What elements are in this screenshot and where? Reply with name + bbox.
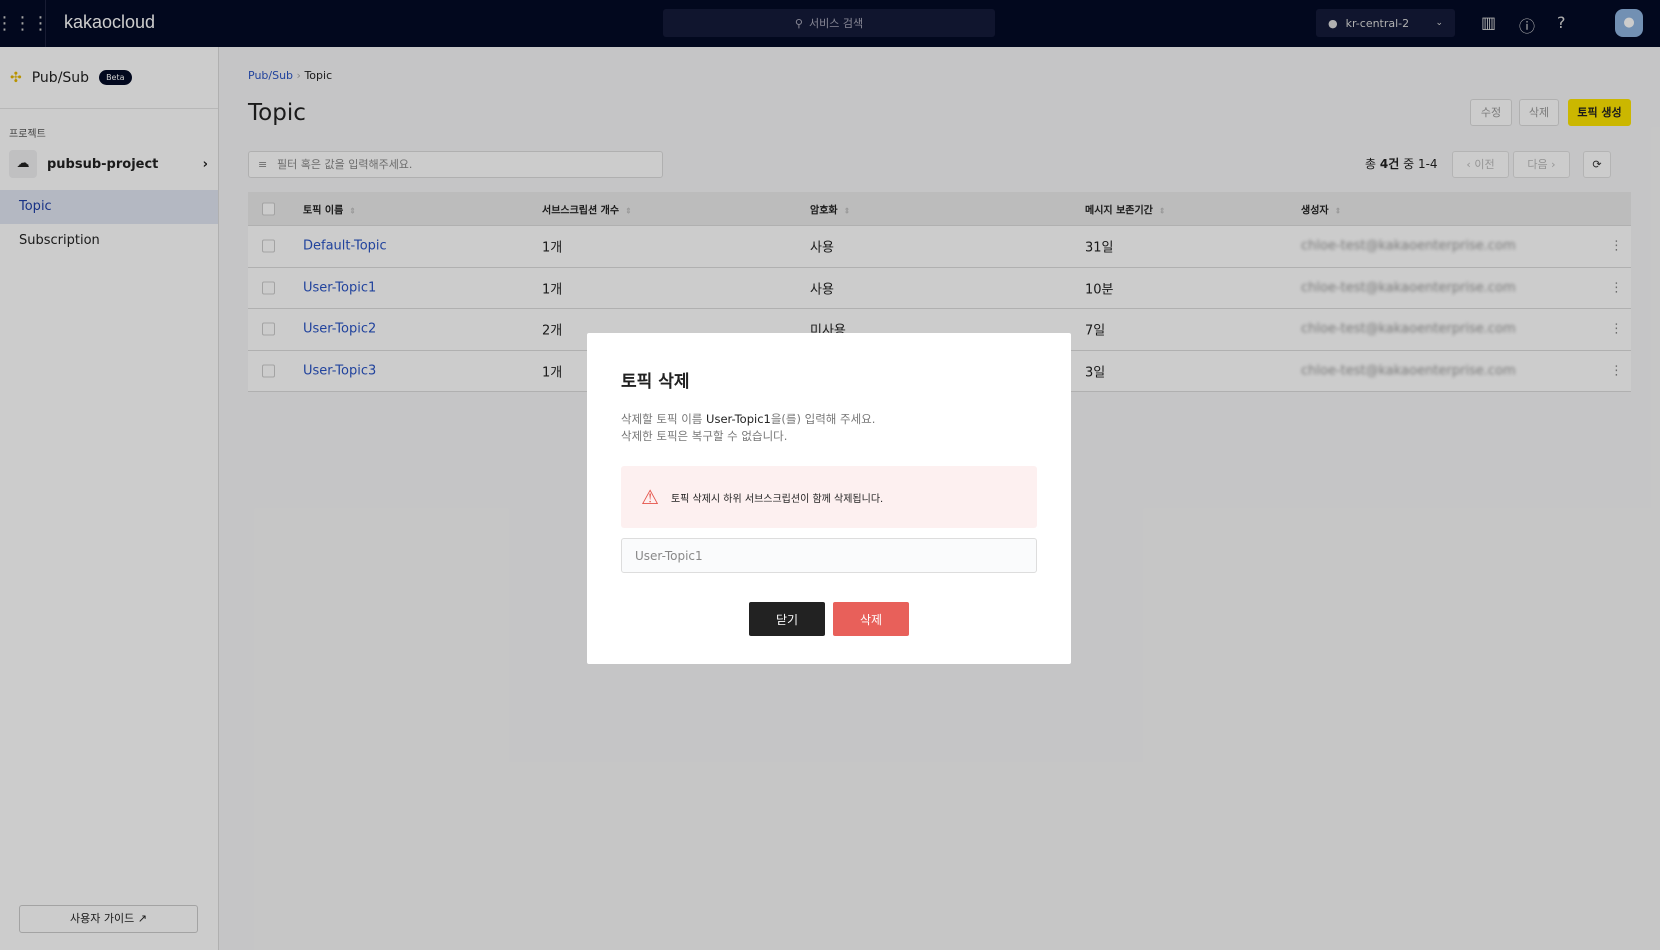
warning-box: ⚠ 토픽 삭제시 하위 서브스크립션이 함께 삭제됩니다. [621, 466, 1037, 528]
confirm-delete-button[interactable]: 삭제 [833, 602, 909, 636]
topic-name-confirm-input[interactable] [621, 538, 1037, 573]
warning-triangle-icon: ⚠ [641, 485, 659, 509]
delete-topic-modal: 토픽 삭제 삭제할 토픽 이름 User-Topic1을(를) 입력해 주세요.… [587, 333, 1071, 664]
close-button[interactable]: 닫기 [749, 602, 825, 636]
modal-title: 토픽 삭제 [621, 372, 690, 392]
warning-text: 토픽 삭제시 하위 서브스크립션이 함께 삭제됩니다. [670, 493, 884, 505]
modal-description: 삭제할 토픽 이름 User-Topic1을(를) 입력해 주세요. 삭제한 토픽… [621, 412, 876, 443]
